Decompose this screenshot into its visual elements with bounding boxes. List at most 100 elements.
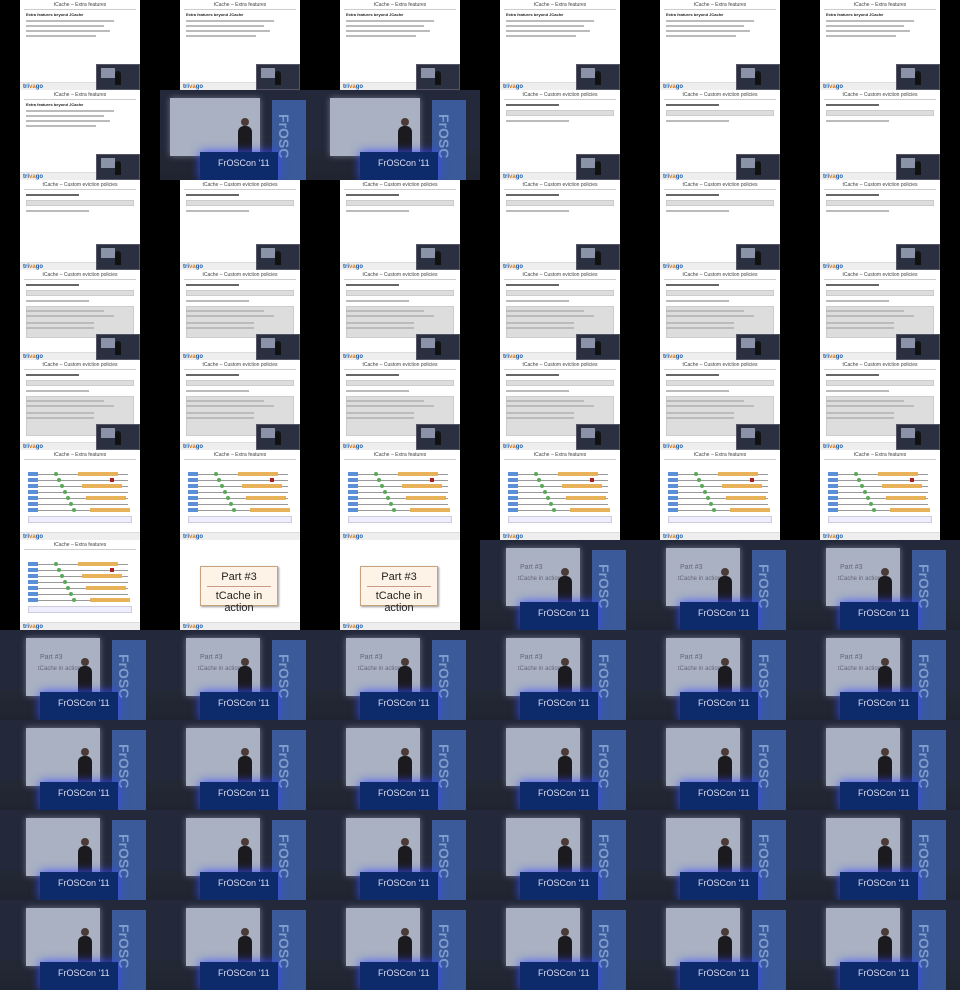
stage-photo: FrOSC FrOSCon '11 — [800, 900, 960, 990]
slide-text-line — [26, 315, 114, 317]
slide-text-line — [826, 322, 894, 324]
event-dot — [869, 502, 873, 506]
speaker-inset — [576, 424, 620, 450]
slide-frame: tCache – Extra features trivago — [340, 450, 460, 540]
projected-part-number: Part #3 — [520, 654, 543, 661]
slide-text-line — [26, 405, 114, 407]
slide-text-line — [506, 25, 584, 27]
code-box — [26, 290, 134, 296]
diagram-legend — [508, 516, 612, 523]
thread-box — [28, 562, 38, 566]
thread-box — [508, 496, 518, 500]
slide-title: tCache – Custom eviction policies — [842, 272, 918, 278]
title-divider — [824, 459, 936, 460]
code-box — [26, 200, 134, 206]
lectern: FrOSCon '11 — [520, 602, 598, 630]
slide-text-line — [346, 412, 414, 414]
slide-text-line — [346, 390, 409, 392]
thread-box — [508, 508, 518, 512]
slide-text-line — [346, 30, 430, 32]
timeline-line — [358, 480, 448, 481]
lectern: FrOSCon '11 — [680, 782, 758, 810]
slide-frame: tCache – Custom eviction policies trivag… — [500, 360, 620, 450]
event-dot — [866, 496, 870, 500]
lectern: FrOSCon '11 — [360, 782, 438, 810]
eviction-marker — [430, 478, 434, 482]
slide-text-line — [26, 20, 114, 22]
eviction-diagram — [828, 466, 932, 523]
event-dot — [220, 484, 224, 488]
thread-box — [188, 472, 198, 476]
video-frame: tCache – Custom eviction policies trivag… — [640, 360, 800, 450]
slide-frame: trivago Part #3 tCache in action — [340, 540, 460, 630]
stage-photo: FrOSC FrOSCon '11 — [320, 900, 480, 990]
eviction-diagram — [28, 466, 132, 523]
slide-frame: tCache – Custom eviction policies trivag… — [500, 90, 620, 180]
speaker-inset — [896, 244, 940, 270]
projected-part-number: Part #3 — [680, 564, 703, 571]
diagram-legend — [828, 516, 932, 523]
lectern: FrOSCon '11 — [360, 692, 438, 720]
slide-frame: tCache – Custom eviction policies trivag… — [820, 270, 940, 360]
slide-text-line — [506, 400, 584, 402]
timeline-line — [358, 492, 448, 493]
slide-text-line — [186, 310, 264, 312]
video-frame: FrOSC FrOSCon '11 — [320, 720, 480, 810]
stage-photo: FrOSC FrOSCon '11 — [640, 900, 800, 990]
speaker-inset — [256, 64, 300, 90]
slide-title: tCache – Extra features — [53, 92, 107, 98]
speaker-inset — [736, 244, 780, 270]
video-frame: tCache – Custom eviction policies trivag… — [480, 360, 640, 450]
cache-bar — [726, 496, 766, 500]
code-box — [346, 290, 454, 296]
event-dot — [377, 478, 381, 482]
slide-frame: tCache – Extra features trivago — [660, 450, 780, 540]
slide-footer: trivago — [180, 622, 300, 630]
slide-frame: tCache – Extra features trivago Extra fe… — [20, 0, 140, 90]
slide-text-line — [26, 417, 94, 419]
event-dot — [60, 484, 64, 488]
eviction-marker — [270, 478, 274, 482]
eviction-marker — [910, 478, 914, 482]
slide-text-line — [506, 210, 569, 212]
cache-bar — [570, 508, 610, 512]
event-dot — [57, 568, 61, 572]
slide-frame: tCache – Extra features trivago — [820, 450, 940, 540]
thread-box — [348, 472, 358, 476]
video-frame: Part #3 tCache in action FrOSC FrOSCon '11 — [800, 630, 960, 720]
speaker-inset — [736, 154, 780, 180]
slide-title: tCache – Custom eviction policies — [202, 362, 278, 368]
thread-box — [508, 484, 518, 488]
thread-box — [828, 478, 838, 482]
video-frame: tCache – Custom eviction policies trivag… — [0, 360, 160, 450]
video-frame: tCache – Custom eviction policies trivag… — [160, 360, 320, 450]
thread-box — [668, 496, 678, 500]
projected-subtitle: tCache in action — [38, 666, 82, 672]
thread-box — [188, 478, 198, 482]
cache-bar — [886, 496, 926, 500]
video-frame: FrOSC FrOSCon '11 — [320, 810, 480, 900]
event-dot — [700, 484, 704, 488]
timeline-line — [838, 480, 928, 481]
eviction-diagram — [28, 556, 132, 613]
slide-text-line — [186, 30, 270, 32]
stage-photo: FrOSC FrOSCon '11 — [160, 900, 320, 990]
slide-frame: tCache – Extra features trivago — [180, 450, 300, 540]
lectern: FrOSCon '11 — [200, 152, 278, 180]
slide-text-line — [506, 327, 574, 329]
slide-heading: Extra features beyond JCache — [826, 12, 884, 17]
title-divider — [184, 459, 296, 460]
stage-photo: FrOSC FrOSCon '11 — [160, 810, 320, 900]
slide-text-line — [826, 194, 879, 196]
thread-box — [668, 490, 678, 494]
stage-photo: FrOSC FrOSCon '11 — [480, 720, 640, 810]
video-frame: FrOSC FrOSCon '11 — [160, 720, 320, 810]
stage-photo: FrOSC FrOSCon '11 — [480, 900, 640, 990]
slide-text-line — [506, 412, 574, 414]
video-frame: tCache – Extra features trivago Extra fe… — [800, 0, 960, 90]
title-divider — [664, 459, 776, 460]
event-dot — [214, 472, 218, 476]
video-frame: FrOSC FrOSCon '11 — [320, 900, 480, 990]
cache-bar — [82, 574, 122, 578]
slide-text-line — [26, 210, 89, 212]
